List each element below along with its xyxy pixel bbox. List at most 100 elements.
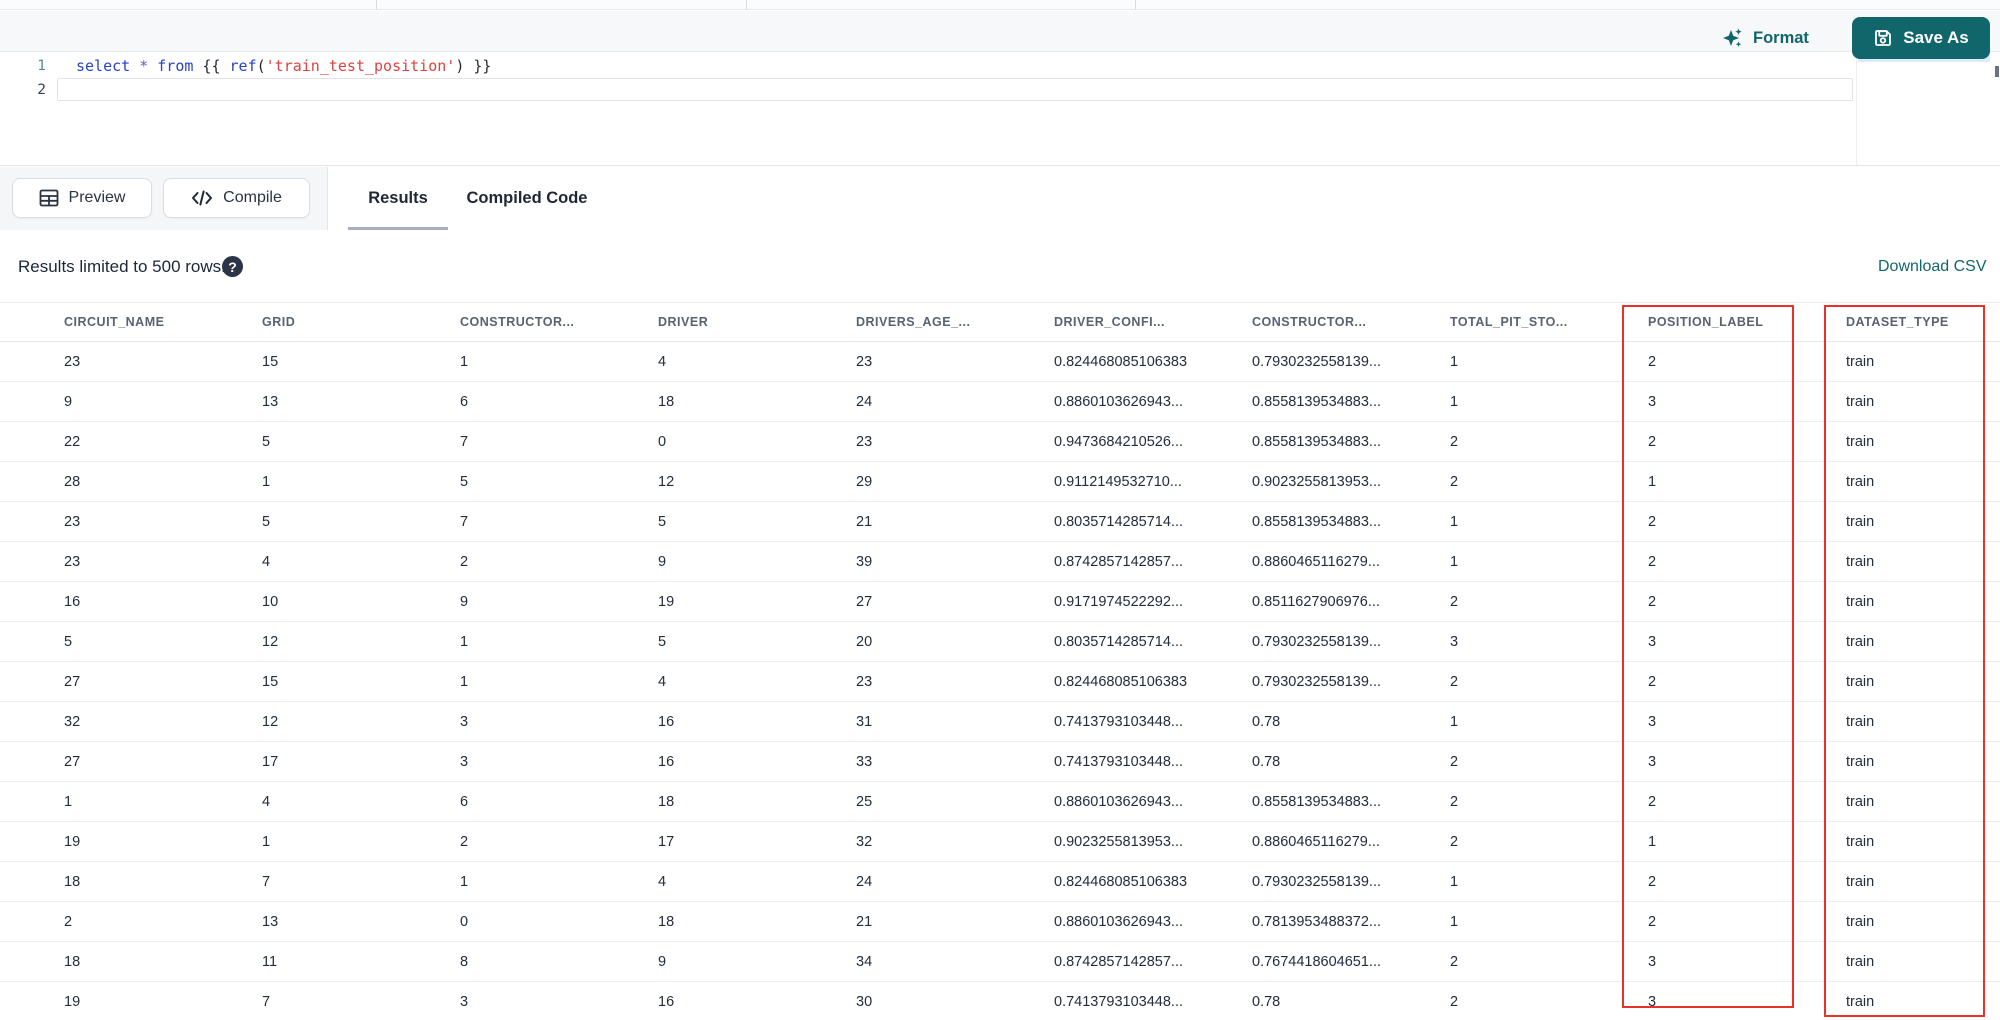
table-cell: 16 (658, 713, 675, 730)
table-cell: train (1846, 753, 1875, 770)
table-cell: 0.9023255813953... (1054, 833, 1184, 850)
table-cell: 1 (460, 353, 469, 370)
table-cell: 5 (262, 433, 271, 450)
table-cell: 32 (856, 833, 873, 850)
table-row: 32 12 3 16 31 0.7413793103448... 0.78 1 3 train (0, 702, 2000, 742)
table-cell: 1 (262, 833, 271, 850)
table-cell: 0.7813953488372... (1252, 913, 1382, 930)
table-cell: 0.9171974522292... (1054, 593, 1184, 610)
table-cell: 2 (1648, 353, 1657, 370)
table-cell: 2 (64, 913, 73, 930)
table-cell: 2 (1648, 513, 1657, 530)
table-cell: train (1846, 593, 1875, 610)
table-row: 18 7 1 4 24 0.824468085106383 0.7930232558139.… (0, 862, 2000, 902)
table-cell: 12 (262, 633, 279, 650)
code-icon (191, 189, 213, 207)
table-cell: train (1846, 993, 1875, 1010)
table-cell: 31 (856, 713, 873, 730)
table-cell: 0.8742857142857... (1054, 953, 1184, 970)
table-cell: 2 (1450, 593, 1459, 610)
table-cell: 8 (460, 953, 469, 970)
table-cell: 9 (64, 393, 73, 410)
table-cell: 1 (1450, 393, 1459, 410)
code-token: ) (455, 57, 465, 75)
table-cell: 1 (460, 673, 469, 690)
table-row: 9 13 6 18 24 0.8860103626943... 0.855813953488… (0, 382, 2000, 422)
table-cell: 1 (1648, 833, 1657, 850)
table-cell: 2 (460, 833, 469, 850)
table-cell: 15 (262, 673, 279, 690)
table-cell: 5 (262, 513, 271, 530)
column-header: DRIVER (658, 315, 709, 329)
table-cell: 2 (1648, 433, 1657, 450)
table-cell: 0.7930232558139... (1252, 633, 1382, 650)
line-number-1: 1 (37, 58, 46, 74)
results-panel-header: Preview Compile Results Compiled Code (0, 167, 2000, 230)
table-cell: 0.7413793103448... (1054, 993, 1184, 1010)
table-cell: 18 (658, 393, 675, 410)
preview-button[interactable]: Preview (12, 178, 152, 218)
table-cell: train (1846, 433, 1875, 450)
table-cell: 0.9112149532710... (1054, 473, 1182, 490)
table-cell: 5 (658, 513, 667, 530)
table-cell: 11 (262, 953, 278, 970)
column-header: POSITION_LABEL (1648, 315, 1764, 329)
table-cell: 10 (262, 593, 279, 610)
results-table: CIRCUIT_NAME GRID CONSTRUCTOR... DRIVER DRIV… (0, 302, 2000, 1020)
tab-divider (1135, 0, 1136, 10)
table-row: 5 12 1 5 20 0.8035714285714... 0.7930232558139… (0, 622, 2000, 662)
table-cell: 9 (658, 953, 667, 970)
save-as-button[interactable]: Save As (1852, 17, 1990, 59)
table-row: 27 17 3 16 33 0.7413793103448... 0.78 2 3 train (0, 742, 2000, 782)
table-cell: 2 (1648, 793, 1657, 810)
table-cell: 7 (262, 993, 271, 1010)
compile-button-label: Compile (223, 189, 282, 206)
table-cell: 23 (856, 673, 873, 690)
editor-minimap[interactable] (1856, 53, 1994, 165)
format-button-label: Format (1753, 28, 1809, 47)
table-cell: 13 (262, 913, 279, 930)
table-cell: 1 (460, 873, 469, 890)
table-cell: 2 (1450, 793, 1459, 810)
code-editor[interactable]: 1 2 select * from {{ ref('train_test_pos… (0, 53, 2000, 166)
table-cell: 2 (1648, 553, 1657, 570)
table-cell: 19 (658, 593, 675, 610)
table-row: 23 15 1 4 23 0.824468085106383 0.7930232558139… (0, 342, 2000, 382)
code-line-1[interactable]: select * from {{ ref('train_test_positio… (76, 55, 491, 77)
column-header: CIRCUIT_NAME (64, 315, 165, 329)
table-cell: train (1846, 673, 1875, 690)
table-cell: 9 (658, 553, 667, 570)
table-cell: 0.8860465116279... (1252, 553, 1380, 570)
table-cell: 24 (856, 873, 873, 890)
format-button[interactable]: Format (1722, 24, 1809, 52)
table-cell: train (1846, 713, 1875, 730)
table-cell: 4 (262, 793, 271, 810)
tab-compiled-code[interactable]: Compiled Code (462, 167, 592, 230)
table-cell: train (1846, 393, 1875, 410)
compile-button[interactable]: Compile (163, 178, 310, 218)
table-cell: 1 (64, 793, 73, 810)
help-icon[interactable]: ? (222, 256, 243, 277)
table-cell: 5 (460, 473, 469, 490)
table-cell: 0.8742857142857... (1054, 553, 1184, 570)
table-cell: 3 (460, 753, 469, 770)
table-cell: 0.78 (1252, 713, 1281, 730)
table-cell: 18 (658, 913, 675, 930)
current-line-highlight (57, 78, 1853, 101)
tab-results[interactable]: Results (348, 167, 448, 230)
table-cell: 0 (658, 433, 667, 450)
download-csv-link[interactable]: Download CSV (1878, 258, 1987, 276)
table-cell: 13 (262, 393, 279, 410)
preview-button-label: Preview (68, 189, 126, 206)
table-cell: 4 (658, 353, 667, 370)
code-token: }} (464, 57, 492, 75)
table-cell: 1 (1450, 873, 1459, 890)
table-row: 23 5 7 5 21 0.8035714285714... 0.8558139534883… (0, 502, 2000, 542)
editor-scrollbar[interactable] (1995, 66, 1999, 77)
table-cell: 0.7413793103448... (1054, 713, 1184, 730)
table-cell: 2 (1450, 833, 1459, 850)
table-cell: 1 (1450, 713, 1459, 730)
table-cell: 23 (856, 353, 873, 370)
table-cell: 12 (658, 473, 675, 490)
table-cell: 0.8558139534883... (1252, 793, 1382, 810)
